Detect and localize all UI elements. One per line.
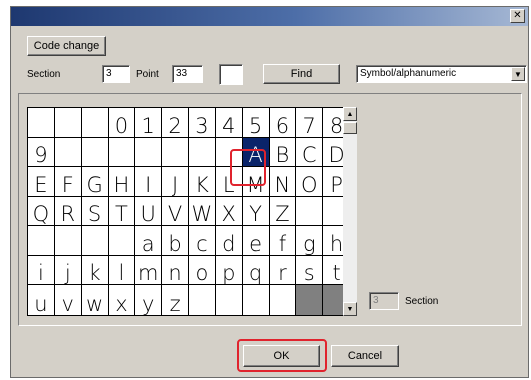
grid-cell[interactable]: 9 bbox=[28, 137, 55, 168]
grid-cell[interactable]: W bbox=[189, 196, 216, 227]
grid-cell[interactable]: m bbox=[135, 255, 163, 286]
grid-cell[interactable] bbox=[54, 108, 82, 138]
point-label: Point bbox=[136, 69, 159, 80]
grid-cell[interactable]: c bbox=[189, 226, 216, 256]
grid-cell[interactable]: B bbox=[269, 137, 297, 168]
charset-select-value: Symbol/alphanumeric bbox=[360, 68, 457, 79]
grid-cell[interactable] bbox=[54, 226, 82, 256]
charset-select[interactable]: Symbol/alphanumeric ▼ bbox=[356, 65, 527, 83]
grid-cell[interactable]: q bbox=[242, 255, 270, 286]
grid-cell[interactable] bbox=[81, 108, 109, 138]
close-button[interactable]: ✕ bbox=[510, 9, 525, 23]
grid-cell[interactable]: n bbox=[162, 255, 189, 286]
grid-cell[interactable] bbox=[189, 285, 216, 315]
grid-cell[interactable]: E bbox=[28, 167, 55, 197]
grid-cell[interactable] bbox=[81, 137, 109, 168]
grid-cell[interactable] bbox=[135, 137, 163, 168]
grid-cell[interactable] bbox=[81, 226, 109, 256]
close-icon: ✕ bbox=[513, 10, 522, 21]
grid-cell[interactable]: f bbox=[269, 226, 297, 256]
grid-cell[interactable]: j bbox=[54, 255, 82, 286]
grid-cell[interactable]: 1 bbox=[135, 108, 163, 138]
grid-cell[interactable]: Q bbox=[28, 196, 55, 227]
section-readout-label: Section bbox=[405, 296, 439, 307]
grid-cell[interactable]: 5 bbox=[242, 108, 270, 138]
grid-cell[interactable] bbox=[108, 226, 136, 256]
grid-cell[interactable]: 6 bbox=[269, 108, 297, 138]
grid-cell[interactable]: w bbox=[82, 285, 109, 315]
char-preview-box bbox=[219, 64, 243, 85]
grid-cell[interactable] bbox=[162, 137, 189, 168]
scroll-up-button[interactable]: ▲ bbox=[343, 107, 357, 121]
grid-cell[interactable]: 0 bbox=[108, 108, 136, 138]
grid-cell[interactable]: y bbox=[135, 285, 163, 315]
grid-cell[interactable]: G bbox=[81, 167, 109, 197]
grid-cell[interactable] bbox=[296, 196, 324, 227]
chevron-down-icon[interactable]: ▼ bbox=[511, 67, 525, 81]
grid-cell[interactable]: 4 bbox=[215, 108, 243, 138]
grid-cell[interactable]: J bbox=[162, 167, 189, 197]
grid-cell[interactable]: o bbox=[189, 255, 216, 286]
grid-scrollbar[interactable]: ▲ ▼ bbox=[343, 107, 357, 316]
grid-cell[interactable]: X bbox=[215, 196, 243, 227]
grid-cell[interactable] bbox=[28, 108, 55, 138]
grid-cell[interactable] bbox=[108, 137, 136, 168]
grid-cell[interactable]: K bbox=[189, 167, 216, 197]
grid-cell[interactable]: 3 bbox=[189, 108, 216, 138]
find-button[interactable]: Find bbox=[263, 64, 340, 84]
arrow-up-icon: ▲ bbox=[346, 110, 354, 118]
arrow-down-icon: ▼ bbox=[346, 305, 354, 313]
grid-cell[interactable]: a bbox=[135, 226, 163, 256]
grid-cell[interactable]: S bbox=[81, 196, 109, 227]
grid-cell[interactable] bbox=[270, 285, 297, 315]
grid-cell[interactable]: e bbox=[242, 226, 270, 256]
grid-cell[interactable]: T bbox=[108, 196, 136, 227]
grid-cell[interactable]: d bbox=[215, 226, 243, 256]
section-label: Section bbox=[27, 69, 61, 80]
grid-cell[interactable]: i bbox=[28, 255, 55, 286]
title-bar[interactable]: ✕ bbox=[11, 7, 528, 26]
grid-cell[interactable]: Y bbox=[242, 196, 270, 227]
grid-cell[interactable] bbox=[189, 137, 216, 168]
grid-cell[interactable]: I bbox=[135, 167, 163, 197]
grid-cell[interactable]: H bbox=[108, 167, 136, 197]
grid-cell[interactable] bbox=[243, 285, 270, 315]
scroll-thumb[interactable] bbox=[343, 122, 357, 134]
grid-cell[interactable]: N bbox=[269, 167, 297, 197]
grid-cell[interactable]: x bbox=[109, 285, 136, 315]
grid-cell[interactable]: v bbox=[55, 285, 82, 315]
grid-cell[interactable]: C bbox=[296, 137, 324, 168]
grid-cell[interactable] bbox=[54, 137, 82, 168]
grid-cell[interactable]: V bbox=[162, 196, 189, 227]
grid-cell[interactable]: R bbox=[54, 196, 82, 227]
section-field[interactable]: 3 bbox=[102, 65, 130, 83]
point-field[interactable]: 33 bbox=[172, 65, 203, 83]
grid-cell[interactable]: 2 bbox=[162, 108, 189, 138]
selected-char-highlight bbox=[230, 149, 266, 186]
grid-cell[interactable] bbox=[28, 226, 55, 256]
grid-cell[interactable]: k bbox=[81, 255, 109, 286]
grid-cell[interactable]: u bbox=[28, 285, 55, 315]
grid-cell[interactable]: z bbox=[162, 285, 189, 315]
grid-cell[interactable]: U bbox=[135, 196, 163, 227]
grid-cell[interactable]: s bbox=[296, 255, 324, 286]
grid-cell[interactable]: g bbox=[296, 226, 324, 256]
grid-cell[interactable]: 7 bbox=[296, 108, 324, 138]
section-readout-field: 3 bbox=[369, 292, 399, 310]
code-change-button[interactable]: Code change bbox=[27, 36, 106, 56]
grid-cell[interactable]: p bbox=[215, 255, 243, 286]
scroll-down-button[interactable]: ▼ bbox=[343, 302, 357, 316]
grid-cell[interactable]: Z bbox=[269, 196, 297, 227]
character-grid[interactable]: 0123456789ABCDEFGHIJKLMNOPQRSTUVWXYZabcd… bbox=[27, 107, 351, 316]
grid-cell[interactable]: O bbox=[296, 167, 324, 197]
grid-cell[interactable]: l bbox=[108, 255, 136, 286]
code-table-dialog: ✕ Code change Section 3 Point 33 Find Sy… bbox=[10, 6, 529, 378]
grid-cell[interactable] bbox=[296, 285, 324, 315]
grid-cell[interactable]: F bbox=[54, 167, 82, 197]
grid-cell[interactable] bbox=[216, 285, 243, 315]
ok-button-highlight bbox=[237, 339, 327, 372]
cancel-button[interactable]: Cancel bbox=[331, 345, 399, 367]
grid-cell[interactable]: r bbox=[269, 255, 297, 286]
grid-cell[interactable]: b bbox=[162, 226, 189, 256]
